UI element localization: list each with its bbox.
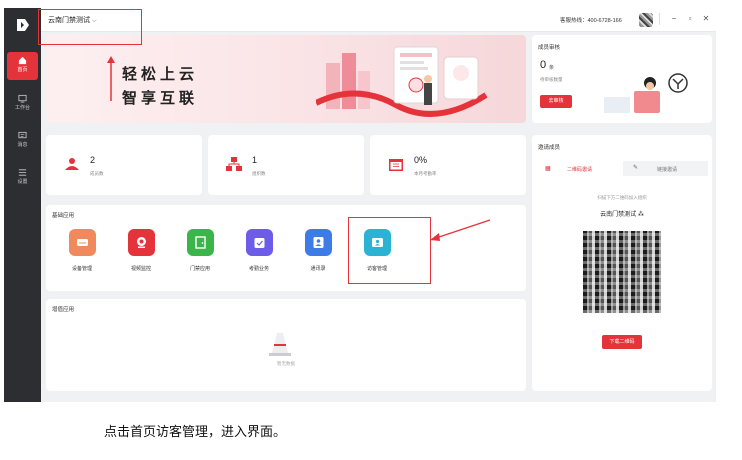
annotation-arrow bbox=[430, 219, 491, 241]
tab-qr-invite[interactable]: ▦ 二维码邀请 bbox=[537, 161, 623, 176]
top-bar: 云南门禁测试 ⌵ 客服热线：400-6728-166 − ▫ ✕ bbox=[41, 8, 716, 32]
stat-label: 组织数 bbox=[252, 171, 266, 176]
sidebar-item-label: 首页 bbox=[17, 67, 28, 73]
download-qr-button[interactable]: 下载二维码 bbox=[602, 335, 642, 349]
cloud-illustration bbox=[316, 46, 488, 117]
banner-slogan-line1: 轻松上云 bbox=[122, 66, 199, 83]
stat-label: 成员数 bbox=[90, 171, 104, 176]
stat-value: 0% bbox=[414, 155, 428, 165]
sidebar-item-label: 工作台 bbox=[14, 105, 30, 111]
tab-link-invite[interactable]: ✎ 链接邀请 bbox=[627, 161, 708, 176]
review-button[interactable]: 去审核 bbox=[540, 95, 572, 108]
contacts-icon bbox=[304, 229, 332, 256]
avatar[interactable] bbox=[639, 13, 653, 27]
value-apps-title: 增值应用 bbox=[52, 307, 75, 313]
settings-icon bbox=[18, 169, 27, 176]
link-icon: ✎ bbox=[633, 165, 639, 171]
maximize-button[interactable]: ▫ bbox=[685, 14, 695, 23]
stat-card-attendance: 0% 本月考勤率 bbox=[370, 135, 526, 195]
org-tree-icon: ⁂ bbox=[637, 212, 644, 218]
pending-unit: 条 bbox=[549, 65, 555, 71]
device-icon bbox=[68, 229, 96, 256]
pending-label: 待审核数量 bbox=[540, 77, 563, 82]
sidebar-item-home[interactable]: 首页 bbox=[7, 52, 38, 80]
invite-members-card: 邀请成员 ▦ 二维码邀请 ✎ 链接邀请 扫描下方二维码加入组织 云南门禁测试 ⁂… bbox=[532, 135, 712, 391]
attendance-icon bbox=[245, 229, 273, 256]
basic-apps-title: 基础应用 bbox=[52, 213, 75, 219]
qr-org: 云南门禁测试 ⁂ bbox=[532, 209, 712, 218]
arrow-up-decoration bbox=[107, 56, 115, 101]
empty-cone-icon bbox=[269, 333, 291, 356]
app-label: 设备管理 bbox=[71, 266, 92, 272]
sidebar-item-settings[interactable]: 设置 bbox=[7, 164, 38, 192]
app-label: 门禁应用 bbox=[189, 266, 210, 272]
empty-state-text: 暂无数据 bbox=[277, 361, 295, 366]
app-contacts[interactable]: 通讯录 bbox=[298, 229, 338, 272]
qr-org-name: 云南门禁测试 bbox=[600, 212, 637, 218]
message-icon bbox=[18, 131, 27, 139]
app-attendance[interactable]: 考勤业务 bbox=[239, 229, 279, 272]
door-icon bbox=[186, 229, 214, 256]
tab-label: 二维码邀请 bbox=[567, 167, 593, 173]
stat-value: 2 bbox=[90, 155, 96, 165]
tab-label: 链接邀请 bbox=[657, 167, 678, 173]
value-apps-panel: 增值应用 暂无数据 bbox=[46, 299, 526, 391]
banner-slogan-line2: 智享互联 bbox=[122, 90, 199, 107]
app-access-control[interactable]: 门禁应用 bbox=[180, 229, 220, 272]
highlight-visitor-management bbox=[348, 217, 431, 284]
people-icon bbox=[65, 158, 79, 170]
home-icon bbox=[18, 56, 27, 65]
app-label: 通讯录 bbox=[310, 266, 326, 272]
camera-icon bbox=[127, 229, 155, 256]
qr-hint: 扫描下方二维码加入组织 bbox=[597, 195, 647, 200]
qr-tab-icon: ▦ bbox=[545, 166, 551, 172]
member-review-card: 成员审核 0 条 待审核数量 去审核 bbox=[532, 35, 712, 123]
stat-card-orgs: 1 组织数 bbox=[208, 135, 364, 195]
qr-code-image bbox=[583, 231, 661, 313]
close-button[interactable]: ✕ bbox=[701, 14, 711, 23]
review-illustration bbox=[604, 73, 688, 113]
app-label: 视频监控 bbox=[130, 266, 151, 272]
pending-count: 0 bbox=[540, 59, 547, 71]
sidebar-item-workbench[interactable]: 工作台 bbox=[7, 90, 38, 118]
monitor-icon bbox=[18, 94, 27, 103]
hotline-text: 客服热线：400-6728-166 bbox=[560, 18, 622, 24]
stat-card-members: 2 成员数 bbox=[46, 135, 202, 195]
app-device-management[interactable]: 设备管理 bbox=[62, 229, 102, 272]
calendar-icon bbox=[389, 159, 403, 171]
app-logo-icon bbox=[17, 19, 29, 31]
divider bbox=[659, 13, 660, 25]
invite-tabs: ▦ 二维码邀请 ✎ 链接邀请 bbox=[537, 161, 708, 176]
member-review-title: 成员审核 bbox=[538, 45, 561, 51]
invite-title: 邀请成员 bbox=[538, 145, 561, 151]
sidebar-item-label: 消息 bbox=[17, 142, 28, 148]
org-icon bbox=[226, 157, 242, 171]
app-window: 首页 工作台 消息 设置 云南门禁测试 ⌵ 客服热线：400-6728-166 … bbox=[4, 8, 716, 402]
app-video-monitoring[interactable]: 视频监控 bbox=[121, 229, 161, 272]
stat-value: 1 bbox=[252, 155, 258, 165]
sidebar-item-messages[interactable]: 消息 bbox=[7, 127, 38, 155]
caption-text: 点击首页访客管理，进入界面。 bbox=[104, 425, 287, 440]
sidebar-item-label: 设置 bbox=[17, 179, 28, 185]
minimize-button[interactable]: − bbox=[669, 14, 679, 23]
stat-label: 本月考勤率 bbox=[414, 171, 437, 176]
app-label: 考勤业务 bbox=[248, 266, 269, 272]
highlight-org-name bbox=[38, 9, 142, 45]
home-banner: 轻松上云 智享互联 bbox=[46, 35, 526, 123]
sidebar: 首页 工作台 消息 设置 bbox=[4, 8, 41, 402]
